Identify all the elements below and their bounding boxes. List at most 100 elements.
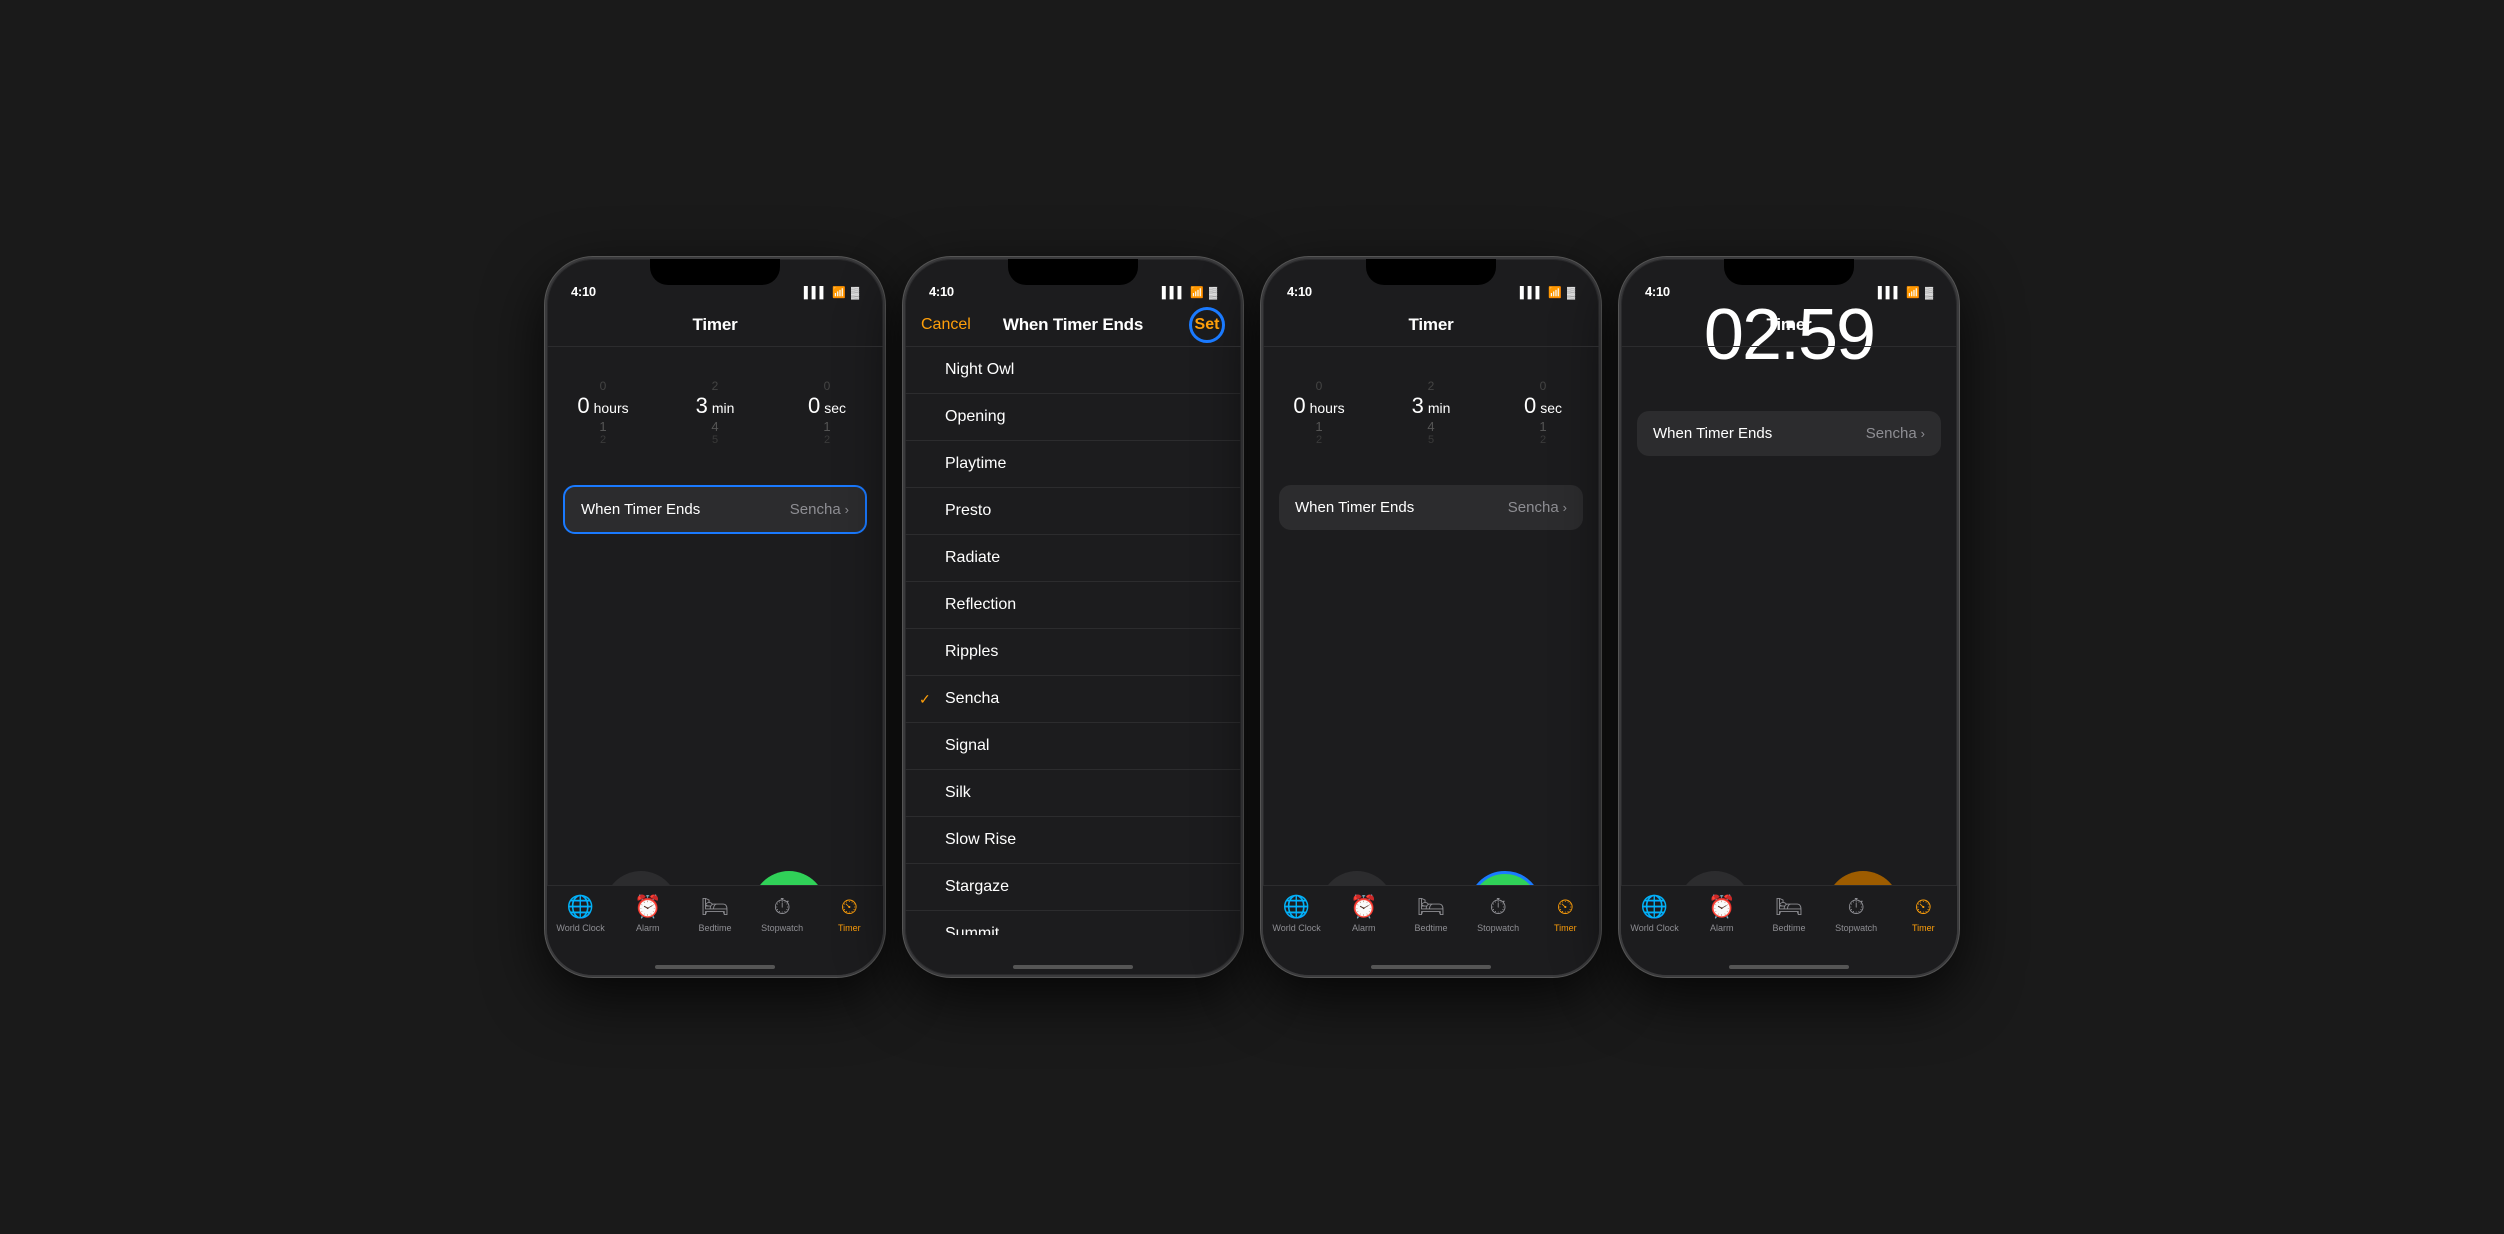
tab-world-clock-4[interactable]: 🌐 World Clock (1625, 894, 1685, 934)
bedtime-icon-3: 🛏 (1417, 894, 1445, 920)
tab-world-clock-3[interactable]: 🌐 World Clock (1267, 894, 1327, 934)
tab-alarm-4[interactable]: ⏰ Alarm (1692, 894, 1752, 934)
list-item-summit[interactable]: Summit (905, 911, 1241, 935)
min-above-3: 2 (1428, 379, 1435, 393)
notch-3 (1366, 259, 1496, 285)
nav-title-4: Timer (1767, 315, 1812, 335)
list-item-stargaze[interactable]: Stargaze (905, 864, 1241, 911)
notch-2 (1008, 259, 1138, 285)
sec-below1: 1 (823, 419, 830, 434)
tab-timer-4[interactable]: ⏲ Timer (1893, 894, 1953, 934)
night-owl-label: Night Owl (945, 361, 1221, 379)
battery-icon-1: ▓ (851, 287, 859, 299)
status-icons-1: ▌▌▌ 📶 ▓ (804, 286, 859, 299)
hours-picker[interactable]: 0 0 hours 1 2 (547, 379, 659, 446)
status-icons-2: ▌▌▌ 📶 ▓ (1162, 286, 1217, 299)
list-item-slow-rise[interactable]: Slow Rise (905, 817, 1241, 864)
stopwatch-label-1: Stopwatch (761, 923, 803, 934)
signal-label: Signal (945, 737, 1221, 755)
seconds-picker[interactable]: 0 0 sec 1 2 (771, 379, 883, 446)
hours-label-3: hours (1310, 400, 1345, 416)
nav-bar-3: Timer (1263, 303, 1599, 347)
status-time-3: 4:10 (1287, 284, 1312, 299)
timer-ends-value-3: Sencha › (1508, 499, 1567, 516)
status-time-4: 4:10 (1645, 284, 1670, 299)
battery-icon-3: ▓ (1567, 287, 1575, 299)
sec-selected: 0 (808, 393, 820, 419)
tab-bedtime-4[interactable]: 🛏 Bedtime (1759, 894, 1819, 934)
sec-below2: 2 (824, 434, 830, 446)
silk-label: Silk (945, 784, 1221, 802)
status-time-1: 4:10 (571, 284, 596, 299)
timer-ends-label-1: When Timer Ends (581, 501, 700, 518)
chevron-icon-1: › (845, 502, 849, 517)
tab-world-clock-1[interactable]: 🌐 World Clock (551, 894, 611, 934)
tab-timer-1[interactable]: ⏲ Timer (819, 894, 879, 934)
list-item-signal[interactable]: Signal (905, 723, 1241, 770)
hours-label: hours (594, 400, 629, 416)
list-item-playtime[interactable]: Playtime (905, 441, 1241, 488)
list-item-reflection[interactable]: Reflection (905, 582, 1241, 629)
tab-alarm-3[interactable]: ⏰ Alarm (1334, 894, 1394, 934)
min-below1: 4 (711, 419, 718, 434)
list-item-radiate[interactable]: Radiate (905, 535, 1241, 582)
list-item-opening[interactable]: Opening (905, 394, 1241, 441)
cancel-nav-2[interactable]: Cancel (921, 316, 971, 334)
wifi-icon-1: 📶 (832, 286, 846, 299)
alarm-label-1: Alarm (636, 923, 660, 934)
picker-1[interactable]: 0 0 hours 1 2 2 3 min 4 5 0 0 sec 1 2 (547, 347, 883, 477)
min-below1-3: 4 (1427, 419, 1434, 434)
wifi-icon-4: 📶 (1906, 286, 1920, 299)
list-item-ripples[interactable]: Ripples (905, 629, 1241, 676)
hours-below2-3: 2 (1316, 434, 1322, 446)
battery-icon-4: ▓ (1925, 287, 1933, 299)
hours-above: 0 (600, 379, 607, 393)
home-indicator-4 (1729, 965, 1849, 969)
tab-alarm-1[interactable]: ⏰ Alarm (618, 894, 678, 934)
tab-bedtime-3[interactable]: 🛏 Bedtime (1401, 894, 1461, 934)
bedtime-label-3: Bedtime (1414, 923, 1447, 934)
when-timer-ends-3[interactable]: When Timer Ends Sencha › (1279, 485, 1583, 530)
tab-bedtime-1[interactable]: 🛏 Bedtime (685, 894, 745, 934)
playtime-label: Playtime (945, 455, 1221, 473)
stopwatch-label-4: Stopwatch (1835, 923, 1877, 934)
minutes-picker-3[interactable]: 2 3 min 4 5 (1375, 379, 1487, 446)
signal-icon-2: ▌▌▌ (1162, 287, 1185, 299)
hours-picker-3[interactable]: 0 0 hours 1 2 (1263, 379, 1375, 446)
timer-ends-value-1: Sencha › (790, 501, 849, 518)
list-item-night-owl[interactable]: Night Owl (905, 347, 1241, 394)
phone-3: 4:10 ▌▌▌ 📶 ▓ Timer 0 0 hours 1 2 2 3 min… (1261, 257, 1601, 977)
battery-icon-2: ▓ (1209, 287, 1217, 299)
timer-icon-1: ⏲ (841, 894, 858, 920)
world-clock-icon-1: 🌐 (567, 894, 594, 920)
nav-title-3: Timer (1409, 315, 1454, 335)
home-indicator-3 (1371, 965, 1491, 969)
list-item-sencha[interactable]: ✓ Sencha (905, 676, 1241, 723)
timer-icon-3: ⏲ (1557, 894, 1574, 920)
timer-ends-value-4: Sencha › (1866, 425, 1925, 442)
timer-label-4: Timer (1912, 923, 1935, 934)
sec-selected-3: 0 (1524, 393, 1536, 419)
tab-timer-3[interactable]: ⏲ Timer (1535, 894, 1595, 934)
timer-ends-label-3: When Timer Ends (1295, 499, 1414, 516)
check-icon: ✓ (919, 691, 931, 708)
stopwatch-icon-1: ⏱ (774, 894, 791, 920)
sec-label: sec (824, 400, 846, 416)
picker-3[interactable]: 0 0 hours 1 2 2 3 min 4 5 0 0 sec 1 2 (1263, 347, 1599, 477)
timer-label-1: Timer (838, 923, 861, 934)
when-timer-ends-4[interactable]: When Timer Ends Sencha › (1637, 411, 1941, 456)
list-item-presto[interactable]: Presto (905, 488, 1241, 535)
when-timer-ends-1[interactable]: When Timer Ends Sencha › (563, 485, 867, 534)
min-below2: 5 (712, 434, 718, 446)
reflection-label: Reflection (945, 596, 1221, 614)
set-nav-2[interactable]: Set (1189, 307, 1225, 343)
minutes-picker[interactable]: 2 3 min 4 5 (659, 379, 771, 446)
tab-stopwatch-3[interactable]: ⏱ Stopwatch (1468, 894, 1528, 934)
sec-above: 0 (824, 379, 831, 393)
seconds-picker-3[interactable]: 0 0 sec 1 2 (1487, 379, 1599, 446)
tab-stopwatch-1[interactable]: ⏱ Stopwatch (752, 894, 812, 934)
timer-ends-label-4: When Timer Ends (1653, 425, 1772, 442)
tab-stopwatch-4[interactable]: ⏱ Stopwatch (1826, 894, 1886, 934)
sec-label-3: sec (1540, 400, 1562, 416)
list-item-silk[interactable]: Silk (905, 770, 1241, 817)
